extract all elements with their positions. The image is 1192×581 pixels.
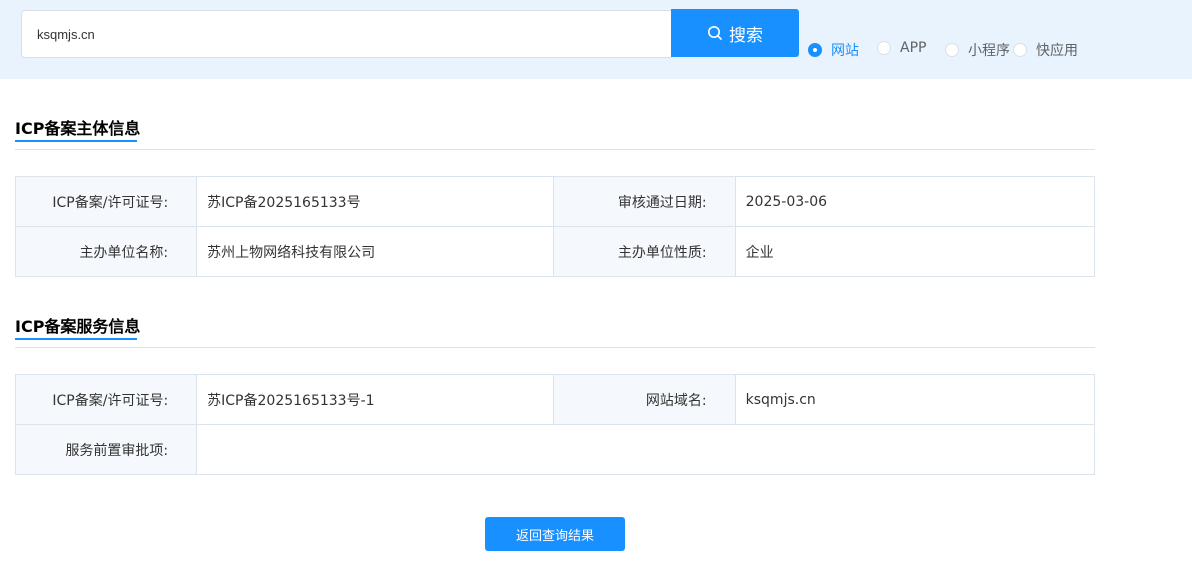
table-row: ICP备案/许可证号: 苏ICP备2025165133号-1 网站域名: ksq… <box>14 374 1096 425</box>
radio-label: APP <box>900 40 927 56</box>
organizer-name-label: 主办单位名称: <box>14 226 198 277</box>
radio-unchecked-icon <box>1013 43 1027 57</box>
table-row: ICP备案/许可证号: 苏ICP备2025165133号 审核通过日期: 202… <box>14 176 1096 227</box>
radio-miniprogram[interactable]: 小程序 <box>945 40 1010 60</box>
subject-info-table: ICP备案/许可证号: 苏ICP备2025165133号 审核通过日期: 202… <box>14 176 1096 277</box>
license-value: 苏ICP备2025165133号 <box>196 176 555 227</box>
organizer-type-value: 企业 <box>734 226 1096 277</box>
search-button[interactable]: 搜索 <box>671 9 799 57</box>
radio-checked-icon <box>808 43 822 57</box>
domain-label: 网站域名: <box>553 374 736 425</box>
radio-label: 快应用 <box>1036 43 1078 59</box>
search-input[interactable] <box>21 10 672 58</box>
back-to-results-button[interactable]: 返回查询结果 <box>485 517 625 551</box>
pre-approval-value <box>196 424 1095 475</box>
pre-approval-label: 服务前置审批项: <box>14 424 198 475</box>
organizer-name-value: 苏州上物网络科技有限公司 <box>196 226 555 277</box>
divider <box>15 347 1095 348</box>
domain-value: ksqmjs.cn <box>734 374 1096 425</box>
service-info-table: ICP备案/许可证号: 苏ICP备2025165133号-1 网站域名: ksq… <box>14 374 1096 475</box>
table-row: 主办单位名称: 苏州上物网络科技有限公司 主办单位性质: 企业 <box>14 226 1096 277</box>
organizer-type-label: 主办单位性质: <box>553 226 736 277</box>
search-button-label: 搜索 <box>729 25 763 45</box>
service-section-title: ICP备案服务信息 <box>15 317 141 336</box>
approval-date-label: 审核通过日期: <box>553 176 736 227</box>
divider <box>15 149 1095 150</box>
title-underline <box>15 140 137 142</box>
radio-app[interactable]: APP <box>877 40 926 56</box>
table-row: 服务前置审批项: <box>14 424 1095 475</box>
radio-unchecked-icon <box>877 41 891 55</box>
radio-website[interactable]: 网站 <box>808 40 859 60</box>
subject-section-title: ICP备案主体信息 <box>15 119 141 138</box>
title-underline <box>15 338 137 340</box>
approval-date-value: 2025-03-06 <box>734 176 1096 227</box>
radio-label: 网站 <box>831 43 859 59</box>
search-icon <box>708 26 722 40</box>
radio-label: 小程序 <box>968 43 1010 59</box>
radio-quickapp[interactable]: 快应用 <box>1013 40 1078 60</box>
radio-unchecked-icon <box>945 43 959 57</box>
service-license-label: ICP备案/许可证号: <box>14 374 198 425</box>
service-license-value: 苏ICP备2025165133号-1 <box>196 374 555 425</box>
license-label: ICP备案/许可证号: <box>14 176 198 227</box>
search-bar: 搜索 网站 APP 小程序 快应用 <box>0 0 1192 79</box>
